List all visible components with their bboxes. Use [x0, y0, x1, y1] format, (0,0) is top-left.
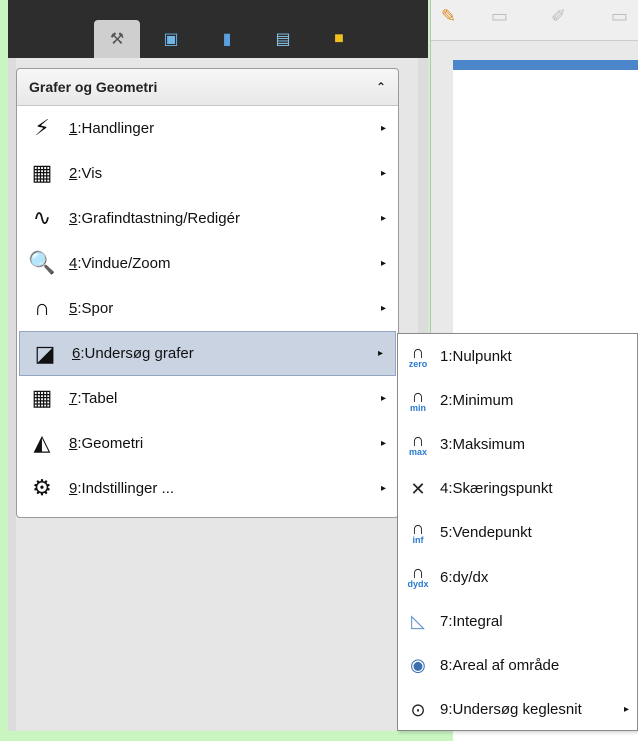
- submenu-item-label: 7:Integral: [440, 612, 503, 630]
- menu-item-label: Undersøg grafer: [84, 345, 194, 362]
- submenu-item-7[interactable]: ◺ 7:Integral: [398, 599, 637, 643]
- menu-item-1[interactable]: ⚡ 1: Handlinger ▸: [17, 106, 398, 151]
- submenu-arrow-icon: ▸: [380, 123, 386, 134]
- menu-item-4[interactable]: 🔍 4: Vindue/Zoom ▸: [17, 241, 398, 286]
- tools-icon[interactable]: ⚒: [94, 20, 140, 58]
- submenu-arrow-icon: ▸: [380, 258, 386, 269]
- menu-item-label: Handlinger: [81, 120, 155, 137]
- menu-item-number: 4: [69, 255, 78, 272]
- submenu-item-3[interactable]: ∩ max 3:Maksimum: [398, 422, 637, 466]
- geometry-icon: ◭: [33, 430, 51, 455]
- maximum-icon: ∩ max: [408, 429, 427, 457]
- submenu-item-9[interactable]: ⊙ 9:Undersøg keglesnit ▸: [398, 688, 637, 732]
- menu-item-7[interactable]: ▦ 7: Tabel ▸: [17, 376, 398, 421]
- menu-item-8[interactable]: ◭ 8: Geometri ▸: [17, 421, 398, 466]
- menu-item-number: 6: [72, 345, 81, 362]
- menu-item-label: Spor: [81, 300, 114, 317]
- variables-icon[interactable]: ▮: [204, 20, 250, 58]
- submenu-arrow-icon: ▸: [380, 438, 386, 449]
- menu-item-label: Geometri: [81, 435, 144, 452]
- submenu-arrow-icon: ▸: [623, 704, 629, 716]
- menu-item-number: 7: [69, 390, 78, 407]
- trace-icon: ∩: [34, 295, 50, 320]
- submenu-item-label: 1:Nulpunkt: [440, 347, 512, 365]
- menu-item-label: Vindue/Zoom: [81, 255, 171, 272]
- submenu-item-label: 6:dy/dx: [440, 568, 489, 586]
- submenu-item-8[interactable]: ◉ 8:Areal af område: [398, 643, 637, 687]
- document-browser-icon[interactable]: ▣: [148, 20, 194, 58]
- submenu-item-4[interactable]: ✕ 4:Skæringspunkt: [398, 467, 637, 511]
- edit-icon[interactable]: ✐: [551, 6, 566, 27]
- gear-icon: ⚙: [32, 475, 52, 500]
- submenu-item-5[interactable]: ∩ inf 5:Vendepunkt: [398, 511, 637, 555]
- graph-entry-icon: ∿: [32, 205, 52, 230]
- zero-icon: ∩ zero: [408, 341, 428, 369]
- menu-item-label: Grafindtastning/Redigér: [81, 210, 240, 227]
- submenu-arrow-icon: ▸: [380, 168, 386, 179]
- menu-item-number: 8: [69, 435, 78, 452]
- submenu-arrow-icon: ▸: [380, 303, 386, 314]
- conic-icon: ⊙: [410, 699, 426, 720]
- menu-item-5[interactable]: ∩ 5: Spor ▸: [17, 286, 398, 331]
- library-icon[interactable]: ▤: [260, 20, 306, 58]
- tools-menu: Grafer og Geometri ⌃ ⚡ 1: Handlinger ▸ ▦ 2: Vi…: [16, 68, 399, 518]
- document-toolbar: ✎ ▭ ✐ ▭: [431, 0, 638, 41]
- table-icon: ▦: [31, 385, 53, 410]
- menu-item-number: 9: [69, 480, 78, 497]
- menu-item-label: Indstillinger ...: [81, 480, 175, 497]
- submenu-arrow-icon: ▸: [380, 393, 386, 404]
- menu-item-3[interactable]: ∿ 3: Grafindtastning/Redigér ▸: [17, 196, 398, 241]
- folder-icon[interactable]: ■: [316, 20, 362, 58]
- submenu-item-6[interactable]: ∩ dydx 6:dy/dx: [398, 555, 637, 599]
- dydx-icon: ∩ dydx: [407, 562, 429, 590]
- menu-item-number: 2: [69, 165, 78, 182]
- minimum-icon: ∩ min: [409, 385, 426, 413]
- undo-icon[interactable]: ▭: [491, 6, 508, 27]
- submenu-item-1[interactable]: ∩ zero 1:Nulpunkt: [398, 334, 637, 378]
- tool-icon[interactable]: ▭: [611, 6, 628, 27]
- lightning-icon: ⚡: [34, 115, 50, 140]
- menu-item-label: Tabel: [81, 390, 118, 407]
- inflection-icon: ∩ inf: [411, 518, 425, 546]
- submenu-item-label: 3:Maksimum: [440, 435, 526, 453]
- intersection-icon: ✕: [410, 478, 426, 499]
- menu-item-6[interactable]: ◪ 6: Undersøg grafer ▸: [19, 331, 396, 376]
- menu-item-number: 3: [69, 210, 78, 227]
- submenu-arrow-icon: ▸: [380, 483, 386, 494]
- menu-item-number: 1: [69, 120, 78, 137]
- submenu-item-label: 9:Undersøg keglesnit: [440, 701, 582, 719]
- analyze-graph-submenu: ∩ zero 1:Nulpunkt ∩ min 2:Minimum ∩ max 3:Maksim…: [397, 333, 638, 731]
- submenu-item-label: 5:Vendepunkt: [440, 524, 532, 542]
- collapse-icon[interactable]: ⌃: [376, 80, 386, 94]
- pointer-icon[interactable]: ✎: [441, 6, 456, 27]
- submenu-item-label: 8:Areal af område: [440, 656, 560, 674]
- magnifier-icon: 🔍: [28, 250, 56, 275]
- submenu-item-2[interactable]: ∩ min 2:Minimum: [398, 378, 637, 422]
- view-icon: ▦: [31, 160, 53, 185]
- submenu-arrow-icon: ▸: [380, 213, 386, 224]
- menu-header[interactable]: Grafer og Geometri ⌃: [17, 69, 398, 106]
- app-toolbar: ⚒ ▣ ▮ ▤ ■: [8, 0, 428, 58]
- menu-item-2[interactable]: ▦ 2: Vis ▸: [17, 151, 398, 196]
- menu-item-9[interactable]: ⚙ 9: Indstillinger ... ▸: [17, 466, 398, 511]
- integral-icon: ◺: [411, 611, 425, 632]
- menu-item-number: 5: [69, 300, 78, 317]
- analyze-graph-icon: ◪: [34, 341, 56, 366]
- area-icon: ◉: [410, 655, 426, 676]
- submenu-arrow-icon: ▸: [377, 348, 383, 359]
- menu-title: Grafer og Geometri: [29, 79, 158, 95]
- submenu-item-label: 2:Minimum: [440, 391, 514, 409]
- submenu-item-label: 4:Skæringspunkt: [440, 480, 553, 498]
- menu-item-label: Vis: [81, 165, 103, 182]
